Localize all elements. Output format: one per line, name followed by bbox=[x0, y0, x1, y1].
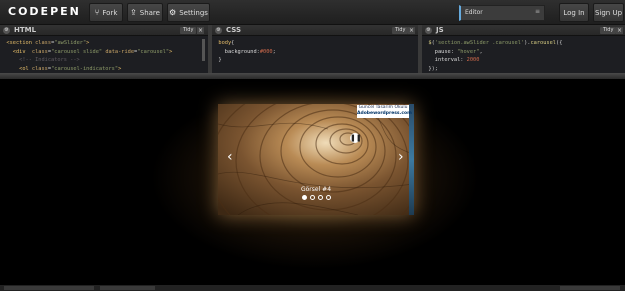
watermark-badge: Güncel Tasarım Okulu Adobewordpress.com bbox=[357, 105, 412, 118]
carousel-indicators bbox=[218, 195, 414, 200]
signup-label: Sign Up bbox=[594, 8, 623, 17]
close-icon[interactable]: × bbox=[197, 27, 204, 34]
footer-bar bbox=[0, 285, 625, 291]
indicator-dot[interactable] bbox=[317, 195, 323, 200]
signup-button[interactable]: Sign Up bbox=[593, 3, 624, 22]
close-icon[interactable]: × bbox=[616, 27, 623, 34]
fork-icon: ⑂ bbox=[94, 8, 100, 17]
carousel[interactable]: Güncel Tasarım Okulu Adobewordpress.com … bbox=[218, 104, 414, 215]
html-code[interactable]: <section class="awSlider"> <div class="c… bbox=[0, 36, 208, 73]
footer-item[interactable] bbox=[100, 286, 155, 290]
tidy-button[interactable]: Tidy bbox=[392, 27, 409, 34]
code-line: <div class="carousel slide" data-ride="c… bbox=[12, 48, 173, 55]
view-select[interactable]: Editor ≡ bbox=[459, 5, 545, 21]
pause-icon[interactable]: ❚❚ bbox=[350, 133, 362, 143]
tidy-button[interactable]: Tidy bbox=[600, 27, 617, 34]
indicator-dot[interactable] bbox=[325, 195, 331, 200]
code-line: } bbox=[212, 57, 222, 63]
gear-icon: ⚙ bbox=[169, 8, 177, 17]
indicator-dot[interactable] bbox=[309, 195, 315, 200]
footer-item[interactable] bbox=[4, 286, 94, 290]
codepen-logo[interactable]: CODEPEN bbox=[8, 5, 81, 18]
gear-icon[interactable]: ⚙ bbox=[215, 27, 222, 34]
tidy-button[interactable]: Tidy bbox=[180, 27, 197, 34]
login-label: Log In bbox=[563, 8, 585, 17]
share-icon: ⇪ bbox=[130, 8, 137, 17]
html-editor: ⚙ HTML Tidy × <section class="awSlider">… bbox=[0, 25, 212, 73]
code-line: <ol class="carousel-indicators"> bbox=[19, 65, 122, 72]
code-line: }); bbox=[422, 65, 438, 72]
code-line: <!-- Indicators --> bbox=[19, 57, 80, 63]
js-editor: ⚙ JS Tidy × $('section.awSlider .carouse… bbox=[422, 25, 625, 73]
preview-pane: Güncel Tasarım Okulu Adobewordpress.com … bbox=[0, 79, 625, 285]
html-editor-title: HTML bbox=[14, 26, 37, 34]
view-select-value: Editor bbox=[465, 9, 483, 16]
gear-icon[interactable]: ⚙ bbox=[425, 27, 432, 34]
fork-label: Fork bbox=[102, 8, 118, 17]
css-editor: ⚙ CSS Tidy × body{ background:#000; } bbox=[212, 25, 422, 73]
code-line: body{ bbox=[218, 40, 235, 46]
next-arrow-icon[interactable]: › bbox=[398, 150, 404, 164]
badge-line-1: Güncel Tasarım Okulu bbox=[358, 105, 408, 110]
badge-line-2: Adobewordpress.com bbox=[357, 111, 412, 116]
settings-button[interactable]: ⚙ Settings bbox=[167, 3, 210, 22]
code-line: background:#000; bbox=[224, 48, 276, 55]
js-code[interactable]: $('section.awSlider .carousel').carousel… bbox=[422, 36, 625, 73]
css-editor-header: ⚙ CSS Tidy × bbox=[212, 25, 418, 36]
code-line: $('section.awSlider .carousel').carousel… bbox=[428, 40, 563, 46]
code-line: <section class="awSlider"> bbox=[6, 40, 90, 46]
indicator-dot[interactable] bbox=[301, 195, 307, 200]
gear-icon[interactable]: ⚙ bbox=[3, 27, 10, 34]
fork-button[interactable]: ⑂ Fork bbox=[89, 3, 123, 22]
js-editor-title: JS bbox=[436, 26, 444, 34]
css-editor-title: CSS bbox=[226, 26, 242, 34]
scrollbar[interactable] bbox=[202, 39, 205, 61]
slide-caption: Görsel #4 bbox=[300, 186, 332, 193]
settings-label: Settings bbox=[179, 8, 208, 17]
share-label: Share bbox=[139, 8, 160, 17]
top-bar: CODEPEN ⑂ Fork ⇪ Share ⚙ Settings Editor… bbox=[0, 0, 625, 25]
prev-arrow-icon[interactable]: ‹ bbox=[227, 150, 233, 164]
login-button[interactable]: Log In bbox=[559, 3, 589, 22]
js-editor-header: ⚙ JS Tidy × bbox=[422, 25, 625, 36]
footer-item[interactable] bbox=[560, 286, 620, 290]
share-button[interactable]: ⇪ Share bbox=[127, 3, 163, 22]
css-code[interactable]: body{ background:#000; } bbox=[212, 36, 418, 73]
code-line: interval: 2000 bbox=[434, 57, 480, 63]
editor-panes: ⚙ HTML Tidy × <section class="awSlider">… bbox=[0, 25, 625, 73]
html-editor-header: ⚙ HTML Tidy × bbox=[0, 25, 208, 36]
close-icon[interactable]: × bbox=[408, 27, 415, 34]
select-handle-icon: ≡ bbox=[534, 8, 540, 15]
code-line: pause: "hover", bbox=[434, 48, 483, 55]
